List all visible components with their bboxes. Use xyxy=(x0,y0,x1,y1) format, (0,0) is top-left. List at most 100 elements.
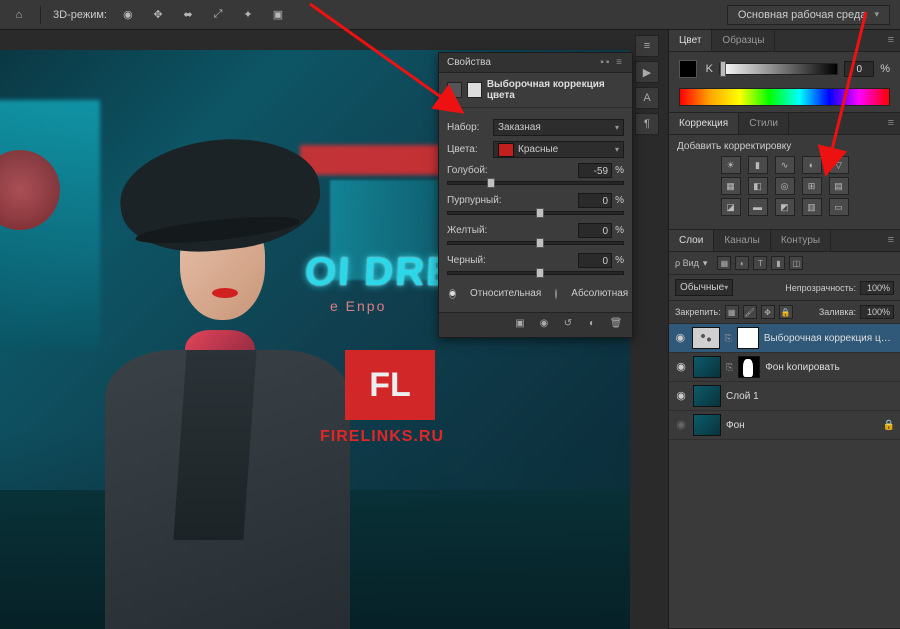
radio-absolute-label: Абсолютная xyxy=(571,288,628,299)
visibility-icon[interactable]: ◉ xyxy=(674,418,688,432)
layer-filter-kind[interactable]: ρ Вид▾ xyxy=(675,258,707,269)
vtab-actions-icon[interactable]: ▶ xyxy=(635,61,659,83)
camera-icon[interactable]: ▣ xyxy=(269,6,287,24)
properties-title: Выборочная коррекция цвета xyxy=(487,79,624,101)
tab-styles[interactable]: Стили xyxy=(739,113,789,134)
adj-brightness-icon[interactable]: ☀ xyxy=(721,156,741,174)
slider-thumb[interactable] xyxy=(536,238,544,248)
lock-pixels-icon[interactable]: 🖌 xyxy=(743,305,757,319)
filter-pixel-icon[interactable]: ▦ xyxy=(717,256,731,270)
slider-track[interactable] xyxy=(447,211,624,215)
radio-relative-label: Относительная xyxy=(470,288,541,299)
visibility-icon[interactable]: ◉ xyxy=(674,360,688,374)
tab-paths[interactable]: Контуры xyxy=(771,230,831,251)
layer-thumb-icon[interactable] xyxy=(693,414,721,436)
filter-type-icon[interactable]: T xyxy=(753,256,767,270)
toggle-visibility-icon[interactable]: ◐ xyxy=(584,318,600,332)
fill-input[interactable]: 100% xyxy=(860,305,894,319)
k-slider[interactable] xyxy=(719,63,838,75)
adj-levels-icon[interactable]: ▮ xyxy=(748,156,768,174)
color-spectrum[interactable] xyxy=(679,88,890,106)
layer-thumb-icon[interactable] xyxy=(692,327,720,349)
lock-label: Закрепить: xyxy=(675,307,721,317)
filter-adjust-icon[interactable]: ◐ xyxy=(735,256,749,270)
vtab-history-icon[interactable]: ≡ xyxy=(635,35,659,57)
tab-color[interactable]: Цвет xyxy=(669,30,712,51)
pan-icon[interactable]: ✥ xyxy=(149,6,167,24)
adj-photo-filter-icon[interactable]: ◎ xyxy=(775,177,795,195)
properties-header: Свойства xyxy=(447,57,491,68)
slider-thumb[interactable] xyxy=(487,178,495,188)
slider-track[interactable] xyxy=(447,271,624,275)
watermark-logo: FL xyxy=(345,350,435,420)
slider-thumb[interactable] xyxy=(536,208,544,218)
adj-gradient-map-icon[interactable]: ▭ xyxy=(829,198,849,216)
foreground-color-swatch[interactable] xyxy=(679,60,697,78)
lock-all-icon[interactable]: 🔒 xyxy=(779,305,793,319)
lock-icon: 🔒 xyxy=(883,420,895,431)
adj-bw-icon[interactable]: ◧ xyxy=(748,177,768,195)
visibility-icon[interactable]: ◉ xyxy=(674,389,688,403)
mode-3d-label: 3D-режим: xyxy=(53,9,107,21)
radio-absolute[interactable] xyxy=(555,289,557,299)
view-previous-icon[interactable]: ◉ xyxy=(536,318,552,332)
adj-channel-mixer-icon[interactable]: ⊞ xyxy=(802,177,822,195)
slider-value-input[interactable]: -59 xyxy=(578,163,612,178)
tab-channels[interactable]: Каналы xyxy=(714,230,771,251)
panel-menu-icon[interactable]: ≡ xyxy=(882,230,900,251)
light-icon[interactable]: ✦ xyxy=(239,6,257,24)
tab-adjustments[interactable]: Коррекция xyxy=(669,113,739,134)
layer-row[interactable]: ◉ Фон 🔒 xyxy=(669,411,900,440)
lock-position-icon[interactable]: ✥ xyxy=(761,305,775,319)
panel-menu-icon[interactable]: ▪▪ ≡ xyxy=(600,57,624,68)
adj-hue-icon[interactable]: ▦ xyxy=(721,177,741,195)
clip-to-layer-icon[interactable]: ▣ xyxy=(512,318,528,332)
slider-thumb[interactable] xyxy=(536,268,544,278)
radio-relative[interactable] xyxy=(449,289,456,299)
move-icon[interactable]: ⬌ xyxy=(179,6,197,24)
tab-layers[interactable]: Слои xyxy=(669,230,714,251)
scale-icon[interactable]: ⤢ xyxy=(209,6,227,24)
preset-select[interactable]: Заказная xyxy=(493,119,624,136)
slider-track[interactable] xyxy=(447,241,624,245)
adj-threshold-icon[interactable]: ◩ xyxy=(775,198,795,216)
lock-transparent-icon[interactable]: ▦ xyxy=(725,305,739,319)
tab-swatches[interactable]: Образцы xyxy=(712,30,775,51)
layer-mask-icon[interactable] xyxy=(737,327,759,349)
layer-mask-icon[interactable] xyxy=(738,356,760,378)
slider-value-input[interactable]: 0 xyxy=(578,193,612,208)
k-value-input[interactable]: 0 xyxy=(844,61,874,77)
vtab-char-icon[interactable]: A xyxy=(635,87,659,109)
adj-posterize-icon[interactable]: ▬ xyxy=(748,198,768,216)
adj-curves-icon[interactable]: ∿ xyxy=(775,156,795,174)
layer-row[interactable]: ◉ ⎘ Выборочная коррекция цвета 1 xyxy=(669,324,900,353)
adj-exposure-icon[interactable]: ◐ xyxy=(802,156,822,174)
layer-row[interactable]: ◉ Слой 1 xyxy=(669,382,900,411)
vtab-para-icon[interactable]: ¶ xyxy=(635,113,659,135)
panel-menu-icon[interactable]: ≡ xyxy=(882,113,900,134)
filter-shape-icon[interactable]: ▮ xyxy=(771,256,785,270)
k-channel-label: K xyxy=(703,63,713,75)
layer-row[interactable]: ◉ ⎘ Фон kопировать xyxy=(669,353,900,382)
orbit-icon[interactable]: ◉ xyxy=(119,6,137,24)
workspace-selector[interactable]: Основная рабочая среда xyxy=(727,5,890,25)
slider-track[interactable] xyxy=(447,181,624,185)
adj-invert-icon[interactable]: ◪ xyxy=(721,198,741,216)
blend-mode-select[interactable]: Обычные xyxy=(675,279,733,296)
slider-value-input[interactable]: 0 xyxy=(578,223,612,238)
panel-menu-icon[interactable]: ≡ xyxy=(882,30,900,51)
visibility-icon[interactable]: ◉ xyxy=(674,331,687,345)
slider-value-input[interactable]: 0 xyxy=(578,253,612,268)
layer-thumb-icon[interactable] xyxy=(693,385,721,407)
opacity-input[interactable]: 100% xyxy=(860,281,894,295)
adj-selective-color-icon[interactable]: ▥ xyxy=(802,198,822,216)
colors-select[interactable]: Красные xyxy=(493,141,624,158)
link-icon: ⎘ xyxy=(725,333,732,344)
adj-vibrance-icon[interactable]: ▽ xyxy=(829,156,849,174)
adj-color-lookup-icon[interactable]: ▤ xyxy=(829,177,849,195)
delete-adjustment-icon[interactable]: 🗑 xyxy=(608,318,624,332)
layer-thumb-icon[interactable] xyxy=(693,356,721,378)
reset-icon[interactable]: ↺ xyxy=(560,318,576,332)
home-icon[interactable]: ⌂ xyxy=(10,6,28,24)
filter-smart-icon[interactable]: ◫ xyxy=(789,256,803,270)
